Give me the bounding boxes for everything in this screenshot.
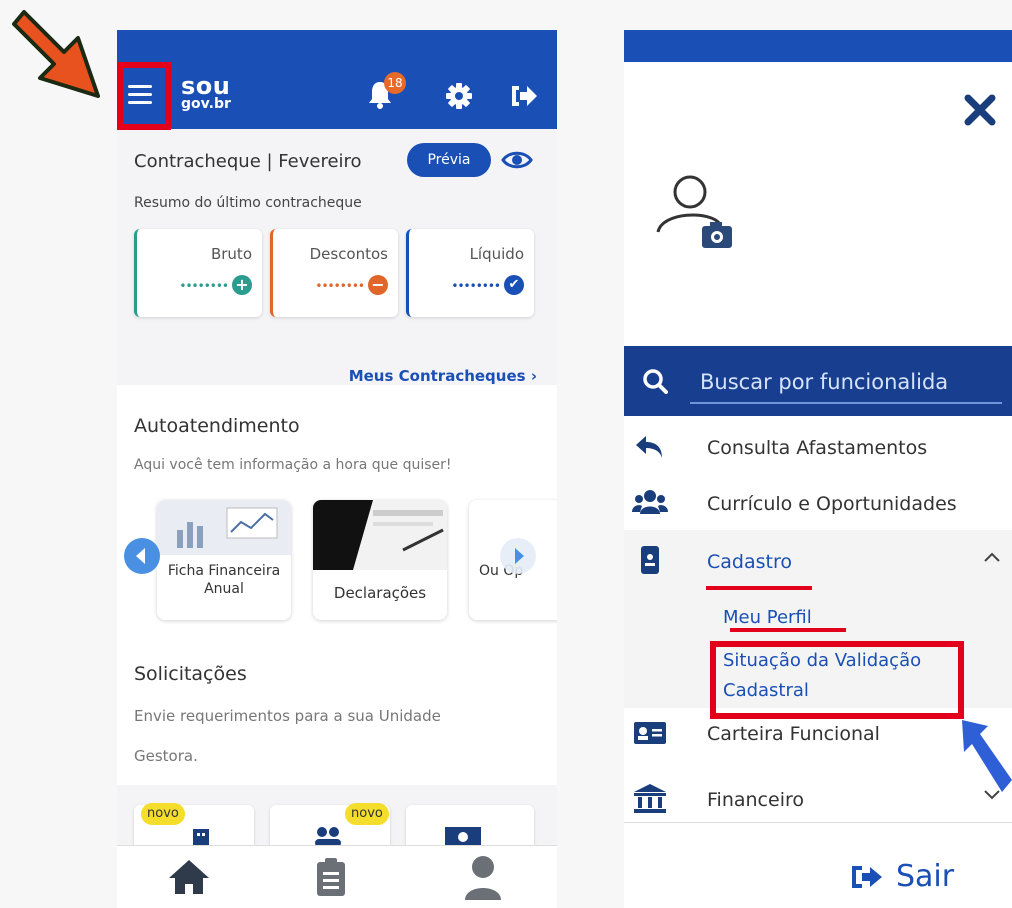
- screenshot-stage: sou gov.br 18 Contracheque | Fevereiro P…: [0, 0, 1012, 908]
- summary-label: Descontos: [309, 245, 388, 263]
- users-icon: [632, 490, 668, 514]
- money-icon: [445, 827, 481, 847]
- user-icon[interactable]: [463, 854, 503, 900]
- search-bar[interactable]: Buscar por funcionalida: [624, 346, 1012, 416]
- return-arrow-icon: [636, 436, 662, 458]
- chevron-up-icon[interactable]: [982, 550, 1002, 564]
- tile-label: Ficha Financeira Anual: [167, 563, 281, 597]
- sair-button[interactable]: Sair: [850, 858, 954, 894]
- building-icon: [193, 829, 209, 847]
- bottom-navigation: [117, 845, 557, 908]
- minus-icon: −: [368, 275, 388, 295]
- eye-icon[interactable]: [501, 149, 533, 171]
- caret-right-icon: [515, 548, 524, 564]
- notification-badge: 18: [384, 72, 406, 94]
- divider: [624, 822, 1012, 823]
- menu-label: Cadastro: [707, 551, 792, 573]
- underline-meu-perfil: [730, 628, 846, 632]
- search-icon: [643, 369, 668, 394]
- home-icon[interactable]: [167, 858, 211, 896]
- menu-header-bar: [624, 30, 1012, 62]
- app-header: sou gov.br 18: [117, 30, 557, 129]
- search-input[interactable]: Buscar por funcionalida: [700, 370, 948, 394]
- menu-item-curriculo[interactable]: Currículo e Oportunidades: [624, 476, 1012, 532]
- tile-label: Declarações: [333, 584, 427, 602]
- people-icon: [315, 827, 341, 847]
- chevron-right-icon: ›: [530, 367, 537, 385]
- tile-declaracoes[interactable]: Declarações: [313, 500, 447, 620]
- blue-arrow-annotation: [962, 720, 1012, 792]
- menu-label: Currículo e Oportunidades: [707, 493, 957, 515]
- contracheque-title: Contracheque | Fevereiro: [134, 151, 362, 172]
- menu-item-consulta-afastamentos[interactable]: Consulta Afastamentos: [624, 420, 1012, 476]
- home-screen: sou gov.br 18 Contracheque | Fevereiro P…: [117, 30, 557, 908]
- bank-icon: [634, 784, 666, 813]
- summary-label: Bruto: [210, 245, 252, 263]
- caret-left-icon: [136, 548, 145, 564]
- autoatendimento-card: Autoatendimento Aqui você tem informação…: [117, 385, 557, 635]
- logout-icon[interactable]: [509, 82, 539, 110]
- autoatendimento-subtitle: Aqui você tem informação a hora que quis…: [134, 457, 452, 473]
- novo-badge: novo: [345, 803, 389, 825]
- chart-photo-image: [157, 500, 291, 555]
- avatar-icon[interactable]: [650, 170, 740, 250]
- solicitacoes-card: Solicitações Envie requerimentos para a …: [117, 635, 557, 785]
- highlight-box-situacao: [710, 641, 964, 719]
- menu-item-cadastro[interactable]: Cadastro: [624, 534, 1012, 590]
- link-label: Meus Contracheques: [348, 367, 526, 385]
- gear-icon[interactable]: [445, 82, 473, 110]
- solicitacoes-subtitle: Envie requerimentos para a sua Unidade: [134, 707, 441, 725]
- logout-icon: [852, 865, 882, 888]
- menu-label: Consulta Afastamentos: [707, 437, 928, 459]
- solicitacoes-subtitle: Gestora.: [134, 747, 198, 765]
- id-card-icon: [634, 722, 666, 744]
- menu-label: Financeiro: [707, 789, 804, 811]
- underline-cadastro: [706, 586, 812, 590]
- meus-contracheques-link[interactable]: Meus Contracheques ›: [349, 367, 537, 385]
- hidden-value: ••••••••: [315, 279, 365, 293]
- summary-label: Líquido: [469, 245, 524, 263]
- carousel-next-button[interactable]: [500, 538, 536, 574]
- novo-badge: novo: [141, 803, 185, 825]
- check-icon: ✔: [504, 275, 524, 295]
- summary-descontos[interactable]: Descontos •••••••• −: [270, 229, 398, 317]
- search-underline: [690, 402, 1002, 404]
- close-icon[interactable]: [960, 90, 1000, 130]
- autoatendimento-title: Autoatendimento: [134, 415, 300, 437]
- summary-bruto[interactable]: Bruto •••••••• +: [134, 229, 262, 317]
- document-photo-image: [313, 500, 447, 570]
- summary-liquido[interactable]: Líquido •••••••• ✔: [406, 229, 534, 317]
- sougov-logo: sou gov.br: [181, 72, 231, 112]
- menu-item-financeiro[interactable]: Financeiro: [624, 772, 1012, 828]
- menu-label: Carteira Funcional: [707, 723, 880, 745]
- plus-icon: +: [232, 275, 252, 295]
- clipboard-icon[interactable]: [315, 856, 347, 898]
- contracheque-card: Contracheque | Fevereiro Prévia Resumo d…: [117, 129, 557, 385]
- orange-arrow-annotation: [12, 10, 100, 98]
- side-menu-screen: Buscar por funcionalida Consulta Afastam…: [624, 30, 1012, 908]
- hidden-value: ••••••••: [179, 279, 229, 293]
- hidden-value: ••••••••: [451, 279, 501, 293]
- id-badge-icon: [641, 546, 659, 574]
- previa-button[interactable]: Prévia: [407, 143, 491, 177]
- highlight-box-menu: [117, 62, 171, 130]
- profile-area: [624, 62, 1012, 378]
- solicitacoes-title: Solicitações: [134, 663, 247, 685]
- tile-ficha-financeira[interactable]: Ficha Financeira Anual: [157, 500, 291, 620]
- sair-label: Sair: [896, 859, 955, 894]
- contracheque-subtitle: Resumo do último contracheque: [134, 195, 362, 211]
- carousel-prev-button[interactable]: [124, 538, 160, 574]
